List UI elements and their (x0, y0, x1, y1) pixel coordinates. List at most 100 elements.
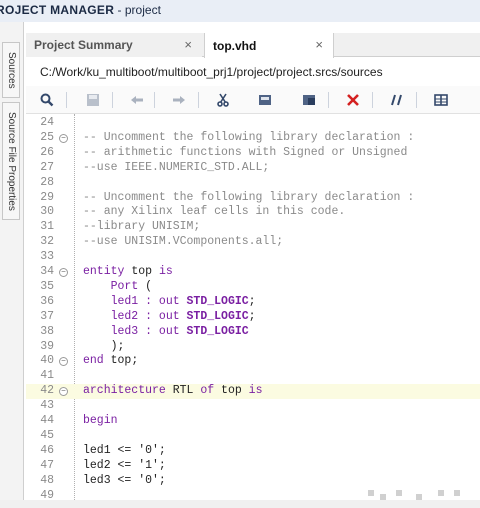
code-text: led3 : out STD_LOGIC (83, 325, 249, 340)
code-text: --use UNISIM.VComponents.all; (83, 235, 283, 250)
code-line[interactable]: 37 led2 : out STD_LOGIC; (26, 310, 480, 325)
code-line[interactable]: 27 --use IEEE.NUMERIC_STD.ALL; (26, 161, 480, 176)
undo-icon[interactable] (126, 90, 148, 110)
line-number: 35 (40, 279, 54, 293)
code-line[interactable]: 44 begin (26, 414, 480, 429)
code-text: end top; (83, 354, 138, 369)
code-line[interactable]: 43 (26, 399, 480, 414)
fold-toggle-icon[interactable]: − (59, 387, 68, 397)
code-token: --use UNISIM.VComponents.all; (83, 235, 284, 249)
code-token: -- Uncomment the following library decla… (83, 190, 415, 204)
code-token: led1 : out (83, 294, 187, 308)
code-text: led1 : out STD_LOGIC; (83, 295, 256, 310)
file-path: C:/Work/ku_multiboot/multiboot_prj1/proj… (26, 58, 480, 84)
code-token: STD_LOGIC (186, 309, 249, 323)
code-token: top (214, 384, 249, 398)
code-token: Port (110, 279, 139, 293)
cut-icon[interactable] (212, 90, 234, 110)
code-token: architecture (83, 384, 166, 398)
code-token: ( (138, 279, 153, 293)
line-number: 25 (40, 130, 54, 144)
code-line[interactable]: 38 led3 : out STD_LOGIC (26, 325, 480, 340)
fold-toggle-icon[interactable]: − (59, 357, 68, 367)
code-token: top; (103, 354, 139, 368)
code-token: --library UNISIM; (83, 220, 201, 234)
code-text: ); (83, 339, 125, 355)
code-text: -- Uncomment the following library decla… (83, 131, 414, 146)
line-number: 38 (40, 324, 54, 338)
line-number: 42 (40, 384, 54, 398)
code-line[interactable]: 33 (26, 250, 480, 265)
tab-project-summary[interactable]: Project Summary × (26, 33, 202, 57)
close-icon[interactable]: × (184, 37, 192, 52)
code-text: led3 <= '0'; (83, 474, 166, 489)
code-text: Port ( (83, 280, 152, 295)
fold-toggle-icon[interactable]: − (59, 268, 68, 277)
line-number: 48 (40, 473, 54, 487)
line-number: 39 (40, 339, 54, 353)
comment-icon[interactable] (386, 90, 408, 110)
delete-icon[interactable] (342, 90, 364, 110)
copy-icon[interactable] (254, 90, 276, 110)
code-text: -- arithmetic functions with Signed or U… (83, 146, 407, 161)
code-line[interactable]: 26 -- arithmetic functions with Signed or… (26, 146, 480, 161)
code-text: -- any Xilinx leaf cells in this code. (83, 205, 345, 220)
line-number: 46 (40, 443, 54, 457)
code-line[interactable]: 46 led1 <= '0'; (26, 444, 480, 459)
search-icon[interactable] (36, 90, 58, 110)
redo-icon[interactable] (168, 90, 190, 110)
code-line[interactable]: 48 led3 <= '0'; (26, 474, 480, 489)
tab-label: top.vhd (213, 38, 257, 53)
tab-top-vhd[interactable]: top.vhd × (204, 33, 334, 58)
close-icon[interactable]: × (315, 37, 323, 52)
columns-icon[interactable] (430, 90, 452, 110)
code-text: architecture RTL of top is (83, 384, 262, 399)
window-title: ROJECT MANAGER - project (0, 0, 480, 22)
code-line[interactable]: 45 (26, 429, 480, 444)
line-number: 44 (40, 414, 54, 427)
code-line[interactable]: 39 ); (26, 340, 480, 355)
code-text: led2 : out STD_LOGIC; (83, 310, 256, 325)
fold-toggle-icon[interactable]: − (59, 133, 68, 143)
code-token: ); (83, 339, 125, 353)
code-token: is (248, 384, 263, 398)
code-token: led2 : out (83, 309, 187, 323)
code-token: STD_LOGIC (186, 294, 249, 308)
code-token: -- any Xilinx leaf cells in this code. (83, 205, 346, 219)
code-line[interactable]: 30 -- any Xilinx leaf cells in this code. (26, 205, 480, 220)
code-line[interactable]: 34− entity top is (26, 265, 480, 280)
status-strip (0, 500, 480, 508)
code-editor[interactable]: 24 25− -- Uncomment the following library … (26, 114, 480, 502)
code-token: begin (83, 414, 118, 427)
line-number: 33 (40, 250, 54, 264)
code-token: end (83, 354, 104, 368)
code-line[interactable]: 47 led2 <= '1'; (26, 459, 480, 474)
editor-toolbar (26, 86, 480, 114)
line-number: 45 (40, 428, 54, 442)
code-line[interactable]: 32 --use UNISIM.VComponents.all; (26, 235, 480, 250)
code-line[interactable]: 24 (26, 116, 480, 131)
code-text: --use IEEE.NUMERIC_STD.ALL; (83, 161, 269, 176)
code-line[interactable]: 31 --library UNISIM; (26, 220, 480, 235)
code-line[interactable]: 36 led1 : out STD_LOGIC; (26, 295, 480, 310)
side-tab-sources[interactable]: Sources (2, 42, 20, 98)
code-token: of (200, 384, 215, 398)
code-line[interactable]: 41 (26, 369, 480, 384)
code-line[interactable]: 28 (26, 176, 480, 191)
code-line[interactable]: 25− -- Uncomment the following library de… (26, 131, 480, 146)
line-number: 40 (40, 354, 54, 368)
side-tab-source-file-properties[interactable]: Source File Properties (2, 102, 20, 220)
line-number: 31 (40, 220, 54, 234)
code-line[interactable]: 42− architecture RTL of top is (26, 384, 480, 400)
code-text: --library UNISIM; (83, 220, 200, 235)
code-line[interactable]: 40− end top; (26, 354, 480, 369)
save-icon[interactable] (82, 90, 104, 110)
code-text: led2 <= '1'; (83, 459, 166, 474)
paste-icon[interactable] (298, 90, 320, 110)
line-number: 26 (40, 145, 54, 159)
code-line[interactable]: 29 -- Uncomment the following library dec… (26, 191, 480, 206)
code-token: led1 <= '0'; (83, 443, 166, 457)
code-text: -- Uncomment the following library decla… (83, 191, 414, 206)
code-line[interactable]: 35 Port ( (26, 280, 480, 295)
code-token: led3 : out (83, 324, 187, 338)
